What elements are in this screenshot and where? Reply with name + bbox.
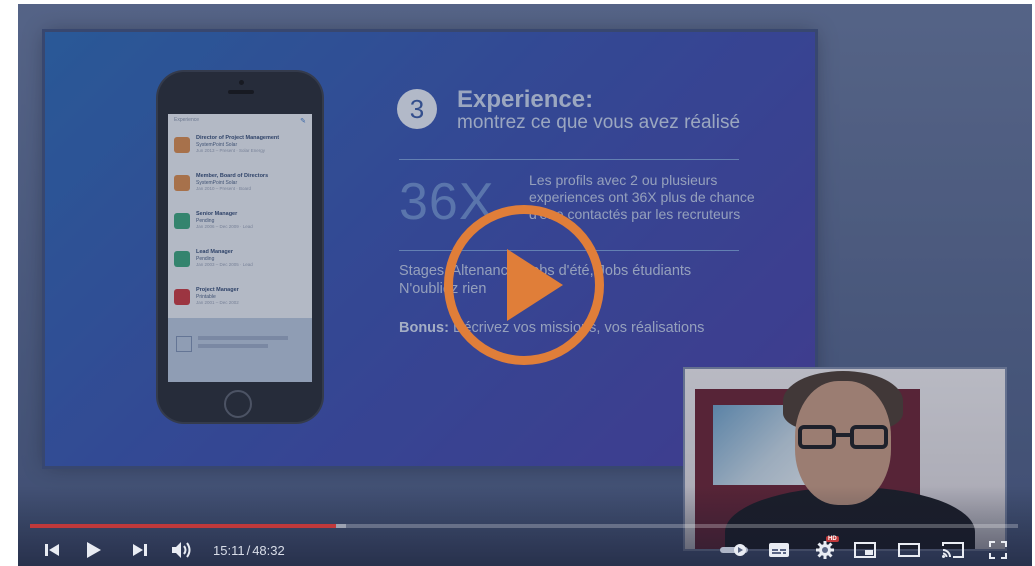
phone-screen: Experience ✎ Director of Project Managem… xyxy=(168,114,312,382)
previous-icon xyxy=(45,544,59,556)
edit-pencil-icon: ✎ xyxy=(300,118,306,125)
entry-title: Senior Manager xyxy=(196,211,238,217)
experience-entry: Lead Manager Pending Jan 2003 – Dec 2005 ·… xyxy=(168,244,312,282)
autoplay-toggle-icon xyxy=(720,544,748,556)
slide-subtitle: montrez ce que vous avez réalisé xyxy=(457,112,741,133)
entry-title: Lead Manager xyxy=(196,249,233,255)
settings-button[interactable]: HD xyxy=(812,536,839,562)
autoplay-toggle[interactable] xyxy=(718,538,752,562)
entry-meta: Jan 2006 – Dec 2009 · Lead xyxy=(196,224,253,229)
entry-meta: Jan 2010 – Present · Board xyxy=(196,186,252,191)
experience-entry: Project Manager Printable Jan 2001 – Dec 2… xyxy=(168,282,312,320)
entry-meta: Jan 2003 – Dec 2005 · Lead xyxy=(196,262,253,267)
entry-title: Director of Project Management xyxy=(196,135,280,141)
experience-entry: Member, Board of Directors SystemPoint So… xyxy=(168,168,312,206)
duration: 48:32 xyxy=(252,543,285,558)
company-logo-icon xyxy=(174,289,190,305)
company-logo-icon xyxy=(174,137,190,153)
time-separator: / xyxy=(246,543,251,558)
volume-button[interactable] xyxy=(169,538,195,562)
experience-entry: Director of Project Management SystemPoin… xyxy=(168,130,312,168)
previous-button[interactable] xyxy=(40,538,64,562)
slide-title: Experience: xyxy=(457,86,594,113)
step-number-badge: 3 xyxy=(397,89,437,129)
entry-meta: Jan 2001 – Dec 2002 xyxy=(196,300,239,305)
footer-text-placeholder xyxy=(198,344,268,348)
next-button[interactable] xyxy=(128,538,152,562)
presenter-glasses xyxy=(798,425,890,449)
fullscreen-button[interactable] xyxy=(985,538,1011,562)
play-triangle-icon xyxy=(507,249,563,321)
company-logo-icon xyxy=(174,213,190,229)
subtitles-button[interactable] xyxy=(766,538,792,562)
theater-button[interactable] xyxy=(896,538,922,562)
hd-badge: HD xyxy=(826,536,839,542)
footer-text-placeholder xyxy=(198,336,288,340)
video-player[interactable]: Experience ✎ Director of Project Managem… xyxy=(18,4,1032,566)
phone-footer-section xyxy=(168,318,312,382)
progress-bar[interactable] xyxy=(30,524,1018,528)
school-logo-icon xyxy=(176,336,192,352)
cast-button[interactable] xyxy=(939,538,967,562)
time-display: 15:11/48:32 xyxy=(212,543,286,558)
experience-header: Experience ✎ xyxy=(168,114,312,130)
entry-meta: Jun 2013 – Present · Solar Energy xyxy=(196,148,266,153)
play-icon xyxy=(87,542,101,558)
experience-entry: Senior Manager Pending Jan 2006 – Dec 2009… xyxy=(168,206,312,244)
experience-label: Experience xyxy=(174,117,200,123)
current-time: 15:11 xyxy=(213,543,245,558)
subtitles-icon xyxy=(769,543,789,557)
phone-camera xyxy=(239,80,244,85)
company-logo-icon xyxy=(174,175,190,191)
cast-icon xyxy=(942,542,964,558)
webcam-overlay xyxy=(685,369,1005,549)
entry-title: Member, Board of Directors xyxy=(196,173,269,179)
theater-icon xyxy=(898,543,920,557)
phone-home-button xyxy=(224,390,252,418)
settings-icon xyxy=(816,541,834,559)
miniplayer-icon xyxy=(854,542,876,558)
fullscreen-icon xyxy=(989,541,1007,559)
phone-mockup: Experience ✎ Director of Project Managem… xyxy=(158,72,322,422)
bonus-label: Bonus: xyxy=(399,320,449,336)
phone-speaker xyxy=(228,90,254,94)
big-play-button[interactable] xyxy=(444,205,604,365)
player-controls: 15:11/48:32 HD xyxy=(18,534,1032,566)
volume-icon xyxy=(172,542,191,558)
entry-title: Project Manager xyxy=(196,287,239,293)
divider xyxy=(399,159,739,160)
company-logo-icon xyxy=(174,251,190,267)
progress-played xyxy=(30,524,337,528)
next-icon xyxy=(133,544,147,556)
play-button[interactable] xyxy=(82,538,106,562)
miniplayer-button[interactable] xyxy=(852,538,878,562)
